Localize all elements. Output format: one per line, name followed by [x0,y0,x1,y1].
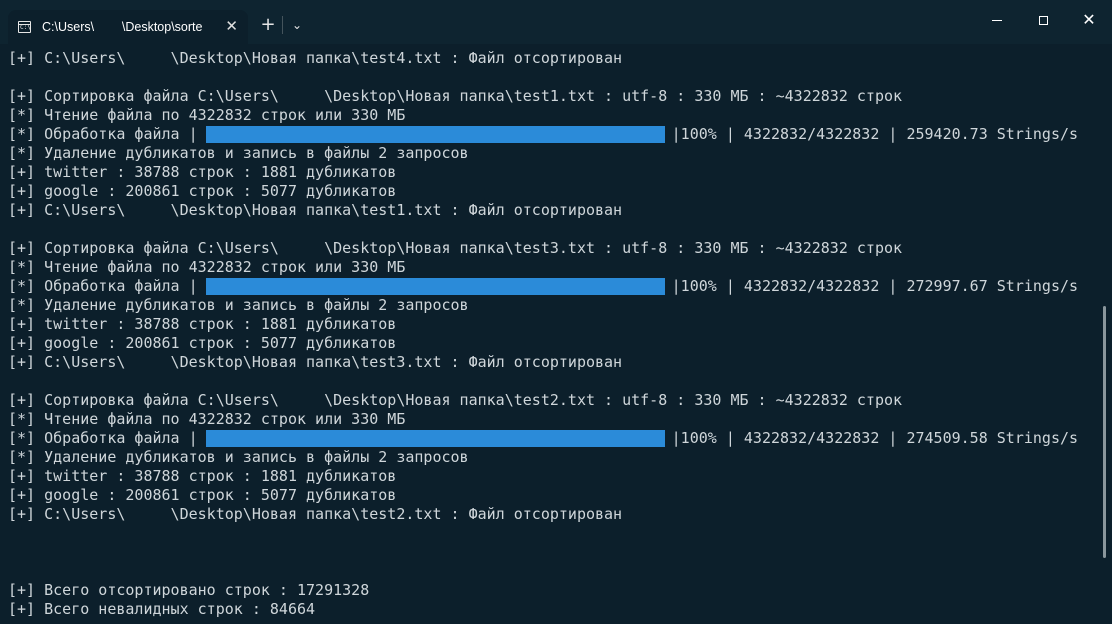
output-line: [+] Сортировка файла C:\Users\ \Desktop\… [8,391,903,409]
terminal-tab[interactable]: C:\ C:\Users\ \Desktop\sorte ✕ [8,10,248,44]
output-line: [*] Чтение файла по 4322832 строк или 33… [8,410,406,428]
output-line: [*] Чтение файла по 4322832 строк или 33… [8,106,406,124]
terminal-output[interactable]: [+] C:\Users\ \Desktop\Новая папка\test4… [8,49,1098,624]
close-window-button[interactable]: ✕ [1066,0,1112,40]
progress-prefix: [*] Обработка файла | [8,429,198,447]
progress-stats: |100% | 4322832/4322832 | 274509.58 Stri… [671,429,1079,447]
output-line: [*] Удаление дубликатов и запись в файлы… [8,448,469,466]
progress-stats: |100% | 4322832/4322832 | 272997.67 Stri… [671,277,1079,295]
output-line: [+] twitter : 38788 строк : 1881 дублика… [8,163,397,181]
output-line: [+] google : 200861 строк : 5077 дублика… [8,486,397,504]
progress-prefix: [*] Обработка файла | [8,125,198,143]
tab-close-icon[interactable]: ✕ [225,19,238,34]
output-line: [*] Удаление дубликатов и запись в файлы… [8,144,469,162]
chevron-down-icon[interactable]: ⌄ [283,12,311,38]
progress-stats: |100% | 4322832/4322832 | 259420.73 Stri… [671,125,1079,143]
output-line: [+] C:\Users\ \Desktop\Новая папка\test2… [8,505,623,523]
new-tab-group: + ⌄ [254,12,312,38]
output-line: [+] C:\Users\ \Desktop\Новая папка\test3… [8,353,623,371]
scrollbar-thumb[interactable] [1103,306,1106,558]
tab-title: C:\Users\ \Desktop\sorte [42,20,203,34]
output-line: [+] Сортировка файла C:\Users\ \Desktop\… [8,239,903,257]
output-line: [+] C:\Users\ \Desktop\Новая папка\test1… [8,201,623,219]
total-invalid-line: [+] Всего невалидных строк : 84664 [8,600,316,618]
progress-bar [205,278,665,295]
maximize-icon [1038,15,1048,25]
minimize-button[interactable] [974,0,1020,40]
output-line: [*] Удаление дубликатов и запись в файлы… [8,296,469,314]
progress-bar [205,126,665,143]
progress-bar [205,430,665,447]
total-sorted-line: [+] Всего отсортировано строк : 17291328 [8,581,370,599]
progress-prefix: [*] Обработка файла | [8,277,198,295]
progress-line: [*] Обработка файла | |100% | 4322832/432… [8,429,1098,448]
terminal-icon: C:\ [18,21,31,33]
progress-line: [*] Обработка файла | |100% | 4322832/432… [8,125,1098,144]
terminal-window: C:\ C:\Users\ \Desktop\sorte ✕ + ⌄ ✕ [+]… [0,0,1112,624]
minimize-icon [992,19,1002,21]
output-line: [+] twitter : 38788 строк : 1881 дублика… [8,467,397,485]
output-line: [+] google : 200861 строк : 5077 дублика… [8,334,397,352]
progress-line: [*] Обработка файла | |100% | 4322832/432… [8,277,1098,296]
output-line: [*] Чтение файла по 4322832 строк или 33… [8,258,406,276]
output-line: [+] Сортировка файла C:\Users\ \Desktop\… [8,87,903,105]
output-line: [+] twitter : 38788 строк : 1881 дублика… [8,315,397,333]
title-bar: C:\ C:\Users\ \Desktop\sorte ✕ + ⌄ [0,0,1112,44]
output-line: [+] C:\Users\ \Desktop\Новая папка\test4… [8,49,623,67]
new-tab-button[interactable]: + [254,12,282,38]
close-icon: ✕ [1082,10,1096,29]
output-line: [+] google : 200861 строк : 5077 дублика… [8,182,397,200]
maximize-button[interactable] [1020,0,1066,40]
